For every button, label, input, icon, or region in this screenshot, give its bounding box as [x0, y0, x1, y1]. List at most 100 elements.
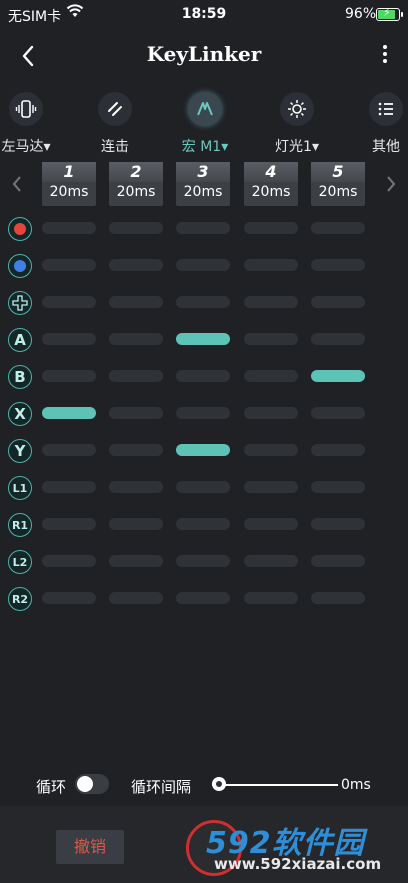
- macro-cell-a-step-1[interactable]: [42, 333, 96, 345]
- tool-macro[interactable]: 宏 M1▾: [175, 92, 235, 156]
- footer: 撤销 592软件园 www.592xiazai.com: [0, 806, 408, 883]
- macro-cell-b-step-3[interactable]: [176, 370, 230, 382]
- macro-cell-l1-step-2[interactable]: [109, 481, 163, 493]
- list-icon: [369, 92, 403, 126]
- macro-cell-dpad-step-2[interactable]: [109, 296, 163, 308]
- loop-toggle[interactable]: [75, 774, 109, 794]
- step-header-4[interactable]: 4 20ms: [244, 162, 298, 206]
- step-header-1[interactable]: 1 20ms: [42, 162, 96, 206]
- macro-cell-r1-step-3[interactable]: [176, 518, 230, 530]
- macro-cell-a-step-5[interactable]: [311, 333, 365, 345]
- macro-cell-dpad-step-4[interactable]: [244, 296, 298, 308]
- battery-icon: ⚡: [376, 6, 403, 21]
- red-button-icon: [8, 217, 32, 241]
- nav-bar: KeyLinker: [0, 32, 408, 80]
- tool-light[interactable]: 灯光1▾: [267, 92, 327, 156]
- step-duration: 20ms: [318, 184, 358, 200]
- macro-cell-r1-step-4[interactable]: [244, 518, 298, 530]
- macro-cell-blue-step-5[interactable]: [311, 259, 365, 271]
- macro-cell-a-step-2[interactable]: [109, 333, 163, 345]
- macro-cell-blue-step-4[interactable]: [244, 259, 298, 271]
- macro-cell-r1-step-2[interactable]: [109, 518, 163, 530]
- tool-motor[interactable]: 左马达▾: [0, 92, 56, 156]
- battery-percent: 96%: [345, 6, 377, 22]
- status-bar: 无SIM卡 18:59 96% ⚡: [0, 0, 408, 28]
- macro-cell-b-step-5[interactable]: [311, 370, 365, 382]
- macro-cell-x-step-1[interactable]: [42, 407, 96, 419]
- dpad-icon: [8, 291, 32, 315]
- step-number: 2: [109, 162, 163, 182]
- vibration-icon: [9, 92, 43, 126]
- chevron-right-icon: [387, 176, 396, 192]
- undo-button[interactable]: 撤销: [56, 830, 124, 864]
- macro-cell-r2-step-1[interactable]: [42, 592, 96, 604]
- b-button-icon: B: [8, 365, 32, 389]
- macro-cell-l2-step-5[interactable]: [311, 555, 365, 567]
- scroll-left-button[interactable]: [10, 174, 24, 194]
- blue-button-icon: [8, 254, 32, 278]
- macro-cell-blue-step-2[interactable]: [109, 259, 163, 271]
- macro-cell-r2-step-5[interactable]: [311, 592, 365, 604]
- macro-cell-x-step-5[interactable]: [311, 407, 365, 419]
- macro-cell-y-step-3[interactable]: [176, 444, 230, 456]
- macro-cell-dpad-step-5[interactable]: [311, 296, 365, 308]
- macro-cell-l1-step-1[interactable]: [42, 481, 96, 493]
- macro-cell-l1-step-5[interactable]: [311, 481, 365, 493]
- r1-button-icon: R1: [8, 513, 32, 537]
- macro-cell-blue-step-1[interactable]: [42, 259, 96, 271]
- step-duration: 20ms: [183, 184, 223, 200]
- macro-cell-b-step-1[interactable]: [42, 370, 96, 382]
- step-number: 5: [311, 162, 365, 182]
- macro-cell-l2-step-1[interactable]: [42, 555, 96, 567]
- step-header-3[interactable]: 3 20ms: [176, 162, 230, 206]
- slider-thumb[interactable]: [212, 777, 226, 791]
- macro-cell-r2-step-2[interactable]: [109, 592, 163, 604]
- step-number: 3: [176, 162, 230, 182]
- tool-macro-label: 宏 M1▾: [181, 139, 229, 155]
- macro-cell-a-step-3[interactable]: [176, 333, 230, 345]
- macro-cell-a-step-4[interactable]: [244, 333, 298, 345]
- watermark-url: www.592xiazai.com: [214, 855, 382, 873]
- step-header-2[interactable]: 2 20ms: [109, 162, 163, 206]
- macro-cell-l2-step-3[interactable]: [176, 555, 230, 567]
- macro-cell-red-step-5[interactable]: [311, 222, 365, 234]
- scroll-right-button[interactable]: [384, 174, 398, 194]
- macro-cell-b-step-4[interactable]: [244, 370, 298, 382]
- tool-rapid-fire[interactable]: 连击: [85, 92, 145, 156]
- macro-cell-x-step-2[interactable]: [109, 407, 163, 419]
- macro-cell-dpad-step-1[interactable]: [42, 296, 96, 308]
- macro-cell-red-step-2[interactable]: [109, 222, 163, 234]
- l2-button-icon: L2: [8, 550, 32, 574]
- light-icon: [280, 92, 314, 126]
- step-duration: 20ms: [116, 184, 156, 200]
- macro-cell-dpad-step-3[interactable]: [176, 296, 230, 308]
- macro-cell-l2-step-2[interactable]: [109, 555, 163, 567]
- macro-cell-l1-step-3[interactable]: [176, 481, 230, 493]
- macro-cell-red-step-1[interactable]: [42, 222, 96, 234]
- macro-cell-y-step-4[interactable]: [244, 444, 298, 456]
- macro-cell-red-step-3[interactable]: [176, 222, 230, 234]
- macro-cell-blue-step-3[interactable]: [176, 259, 230, 271]
- macro-cell-red-step-4[interactable]: [244, 222, 298, 234]
- macro-cell-r2-step-3[interactable]: [176, 592, 230, 604]
- macro-cell-r2-step-4[interactable]: [244, 592, 298, 604]
- tool-other[interactable]: 其他: [356, 92, 408, 156]
- page-title: KeyLinker: [146, 42, 262, 66]
- macro-cell-r1-step-5[interactable]: [311, 518, 365, 530]
- tool-rapid-fire-label: 连击: [101, 139, 129, 155]
- macro-cell-y-step-5[interactable]: [311, 444, 365, 456]
- loop-interval-slider[interactable]: [212, 777, 338, 793]
- macro-cell-b-step-2[interactable]: [109, 370, 163, 382]
- macro-cell-r1-step-1[interactable]: [42, 518, 96, 530]
- rapid-fire-icon: [98, 92, 132, 126]
- tool-other-label: 其他: [372, 139, 400, 155]
- macro-cell-x-step-4[interactable]: [244, 407, 298, 419]
- macro-cell-x-step-3[interactable]: [176, 407, 230, 419]
- macro-cell-l1-step-4[interactable]: [244, 481, 298, 493]
- step-header-5[interactable]: 5 20ms: [311, 162, 365, 206]
- more-menu-button[interactable]: [380, 42, 390, 68]
- macro-cell-y-step-2[interactable]: [109, 444, 163, 456]
- macro-cell-l2-step-4[interactable]: [244, 555, 298, 567]
- loop-interval-label: 循环间隔: [131, 778, 192, 796]
- macro-cell-y-step-1[interactable]: [42, 444, 96, 456]
